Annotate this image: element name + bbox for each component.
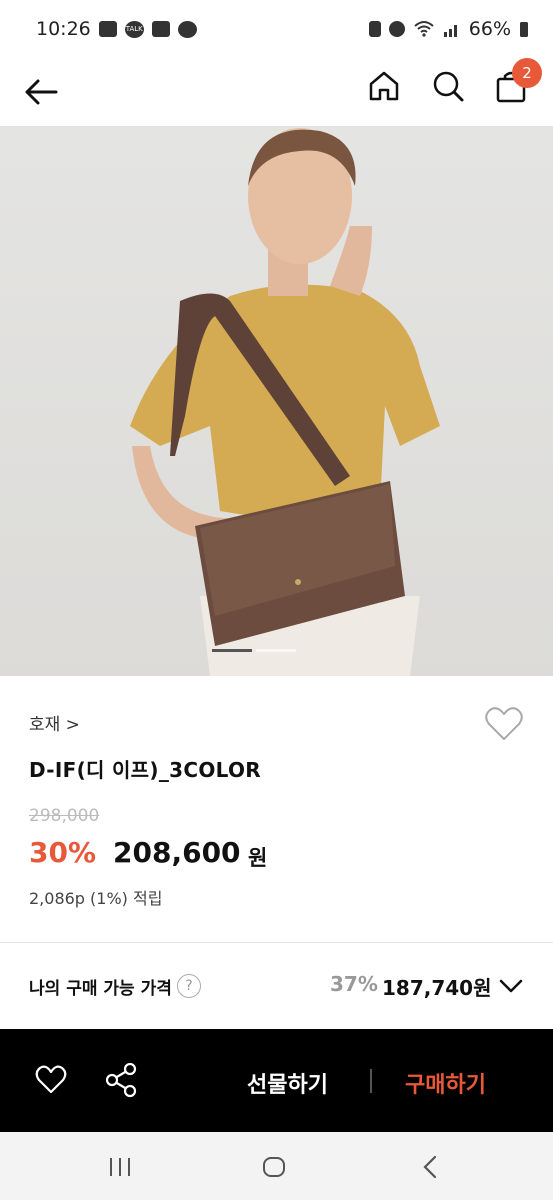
my-discount-rate: 37%	[330, 972, 378, 996]
nfc-icon	[368, 21, 381, 37]
gallery-notification-icon	[98, 21, 117, 37]
status-bar: 10:26 TALK 66%	[0, 0, 553, 58]
recent-apps-icon[interactable]	[108, 1156, 132, 1178]
home-icon[interactable]	[366, 68, 402, 104]
buy-button[interactable]: 구매하기	[405, 1067, 486, 1099]
original-price: 298,000	[29, 806, 100, 826]
gift-button[interactable]: 선물하기	[247, 1067, 328, 1099]
share-icon[interactable]	[104, 1062, 138, 1098]
my-price-label: 나의 구매 가능 가격	[29, 979, 172, 999]
search-icon[interactable]	[430, 68, 466, 104]
my-price-row[interactable]: 나의 구매 가능 가격 ? 37% 187,740원	[0, 943, 553, 1029]
reward-points: 2,086p (1%) 적립	[29, 889, 163, 908]
wifi-icon	[414, 21, 434, 37]
wishlist-heart-icon[interactable]	[35, 1065, 67, 1095]
battery-icon	[520, 22, 528, 37]
brand-link[interactable]: 호재 >	[29, 710, 80, 735]
status-time: 10:26	[36, 18, 91, 40]
alarm-icon	[388, 21, 405, 37]
currency-label: 원	[248, 846, 268, 870]
system-navigation-bar	[0, 1132, 553, 1200]
discount-rate: 30%	[29, 836, 97, 869]
product-name: D-IF(디 이프)_3COLOR	[29, 758, 261, 782]
home-button-icon[interactable]	[262, 1156, 286, 1178]
battery-percent: 66%	[468, 18, 511, 40]
purchase-action-bar: 선물하기 구매하기	[0, 1029, 553, 1132]
bag-clasp	[295, 579, 301, 585]
action-divider	[370, 1069, 372, 1093]
message-notification-icon	[151, 21, 170, 37]
my-price-value: 187,740원	[382, 976, 492, 1000]
top-app-bar: 2	[0, 58, 553, 126]
signal-icon	[443, 25, 457, 37]
help-icon[interactable]: ?	[177, 974, 201, 998]
sale-price: 208,600	[113, 836, 241, 869]
pager-dot	[256, 649, 296, 652]
product-image[interactable]	[0, 126, 553, 676]
kakaotalk-notification-icon: TALK	[124, 20, 144, 38]
back-button-icon[interactable]	[420, 1154, 440, 1180]
cart-count-badge: 2	[512, 58, 542, 88]
image-pager-indicator	[212, 649, 296, 652]
wishlist-heart-icon[interactable]	[484, 706, 524, 742]
chevron-down-icon[interactable]	[498, 973, 524, 999]
pager-dot-active	[212, 649, 252, 652]
back-arrow-icon[interactable]	[22, 72, 62, 112]
product-photo-illustration	[130, 128, 440, 676]
chat-notification-icon	[177, 20, 197, 38]
